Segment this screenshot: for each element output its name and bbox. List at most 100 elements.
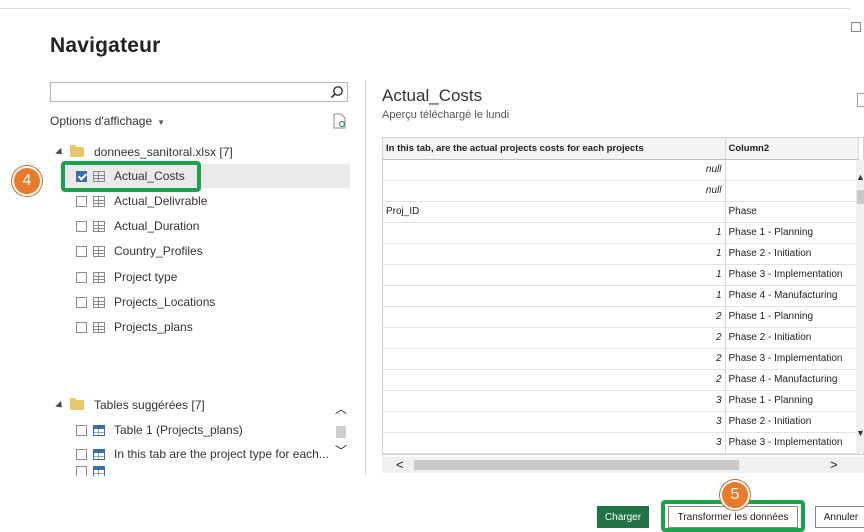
expand-triangle-icon[interactable] [55,147,65,157]
checkbox[interactable] [76,245,87,257]
tree-item-country-profiles[interactable]: Country_Profiles [76,239,203,263]
scroll-thumb[interactable] [336,426,346,438]
checkbox[interactable] [76,220,87,232]
table-cell: 2 [383,369,726,391]
table-row: null [383,180,859,202]
table-header-row: In this tab, are the actual projects cos… [383,138,859,160]
table-cell: Phase 1 - Planning [725,390,859,412]
table-row: 1 Phase 1 - Planning [383,222,859,244]
step5-badge: 5 [720,480,750,510]
tree-item-projects-plans[interactable]: Projects_plans [76,315,193,339]
tree-item-table1[interactable]: Table 1 (Projects_plans) [76,418,243,442]
table-icon [93,466,105,476]
checkbox[interactable] [76,448,87,460]
scroll-down-icon[interactable]: ﹀ [334,444,348,458]
table-icon [93,220,105,232]
tree-item-label: Actual_Delivrable [114,194,208,208]
tree-item-actual-delivrable[interactable]: Actual_Delivrable [76,189,207,213]
scroll-down-icon[interactable]: ▼ [856,428,864,438]
checkbox[interactable] [76,424,87,436]
table-icon [93,195,105,207]
table-cell: Phase 3 - Implementation [725,432,859,454]
table-cell: 2 [383,327,726,349]
column-header[interactable]: Column2 [725,138,859,160]
display-options-dropdown[interactable]: Options d'affichage ▼ [50,114,165,128]
table-cell: Phase 1 - Planning [725,222,859,244]
pane-divider[interactable] [365,80,366,475]
copy-icon[interactable] [857,93,864,107]
table-cell: 3 [383,390,726,412]
checkbox[interactable] [76,321,87,333]
search-icon[interactable] [330,85,344,99]
column-header[interactable]: In this tab, are the actual projects cos… [383,138,726,160]
table-icon [93,424,105,436]
table-row: 1 Phase 2 - Initiation [383,243,859,265]
table-row: null [383,159,859,181]
table-row: 3 Phase 3 - Implementation [383,432,859,454]
preview-title: Actual_Costs [382,86,483,105]
table-cell: Phase 2 - Initiation [725,243,859,265]
checkbox[interactable] [76,195,87,207]
checkbox[interactable] [76,296,87,308]
table-cell: Proj_ID [383,201,726,223]
scroll-left-icon[interactable]: < [396,457,404,473]
table-icon [93,448,105,460]
display-options-label: Options d'affichage [50,114,153,128]
table-row: 2 Phase 3 - Implementation [383,348,859,370]
preview-table: In this tab, are the actual projects cos… [382,137,864,455]
tree-item-label: Country_Profiles [114,244,203,258]
table-icon [93,321,105,333]
tree-item-label: Actual_Duration [114,219,200,233]
table-cell: null [383,180,726,202]
folder-icon [70,145,84,157]
search-input[interactable] [50,82,348,102]
table-row: 1 Phase 4 - Manufacturing [383,285,859,307]
table-row: 2 Phase 2 - Initiation [383,327,859,349]
tree-item-label: Project type [114,270,178,284]
tree-item-actual-duration[interactable]: Actual_Duration [76,214,199,238]
tree-item-partial[interactable] [76,466,114,476]
tree-item-label: In this tab are the project type for eac… [114,447,329,461]
table-cell: Phase 2 - Initiation [725,327,859,349]
scroll-up-icon[interactable]: ▲ [856,172,864,182]
table-cell: null [383,159,726,181]
preview-vertical-scrollbar[interactable]: ▲ ▼ [856,160,864,452]
scroll-up-icon[interactable]: ︿ [334,402,348,416]
preview-subtitle: Aperçu téléchargé le lundi [382,109,510,121]
preview-horizontal-scrollbar[interactable]: < > [382,457,864,473]
table-cell [725,180,859,202]
expand-triangle-icon[interactable] [55,400,65,410]
scroll-thumb[interactable] [414,460,739,470]
step4-badge: 4 [12,166,42,196]
table-cell: 3 [383,411,726,433]
table-cell: Phase 3 - Implementation [725,264,859,286]
step4-highlight-box [61,161,201,192]
folder-icon [70,398,84,410]
table-row: 2 Phase 4 - Manufacturing [383,369,859,391]
tree-item-label: Projects_Locations [114,295,216,309]
table-cell: 1 [383,285,726,307]
table-cell: 1 [383,264,726,286]
table-icon [93,271,105,283]
table-cell: 1 [383,222,726,244]
table-cell: Phase [725,201,859,223]
tree-item-project-type-suggested[interactable]: In this tab are the project type for eac… [76,442,329,466]
checkbox[interactable] [76,466,87,476]
tree-item-project-type[interactable]: Project type [76,265,177,289]
tree-item-projects-locations[interactable]: Projects_Locations [76,290,215,314]
scroll-thumb[interactable] [857,190,864,204]
caret-down-icon: ▼ [157,118,166,127]
refresh-file-icon[interactable] [333,113,347,129]
window-top-border [0,8,850,9]
table-icon [93,296,105,308]
table-cell: Phase 1 - Planning [725,306,859,328]
maximize-icon[interactable] [851,22,861,32]
checkbox[interactable] [76,271,87,283]
tree-suggested-node[interactable]: Tables suggérées [7] [55,393,205,417]
table-icon [93,245,105,257]
table-cell: 1 [383,243,726,265]
scroll-right-icon[interactable]: > [830,457,838,473]
table-cell: 3 [383,432,726,454]
suggested-scrollbar[interactable]: ︿ ﹀ [334,398,348,460]
tree-item-label: Table 1 (Projects_plans) [114,423,243,437]
